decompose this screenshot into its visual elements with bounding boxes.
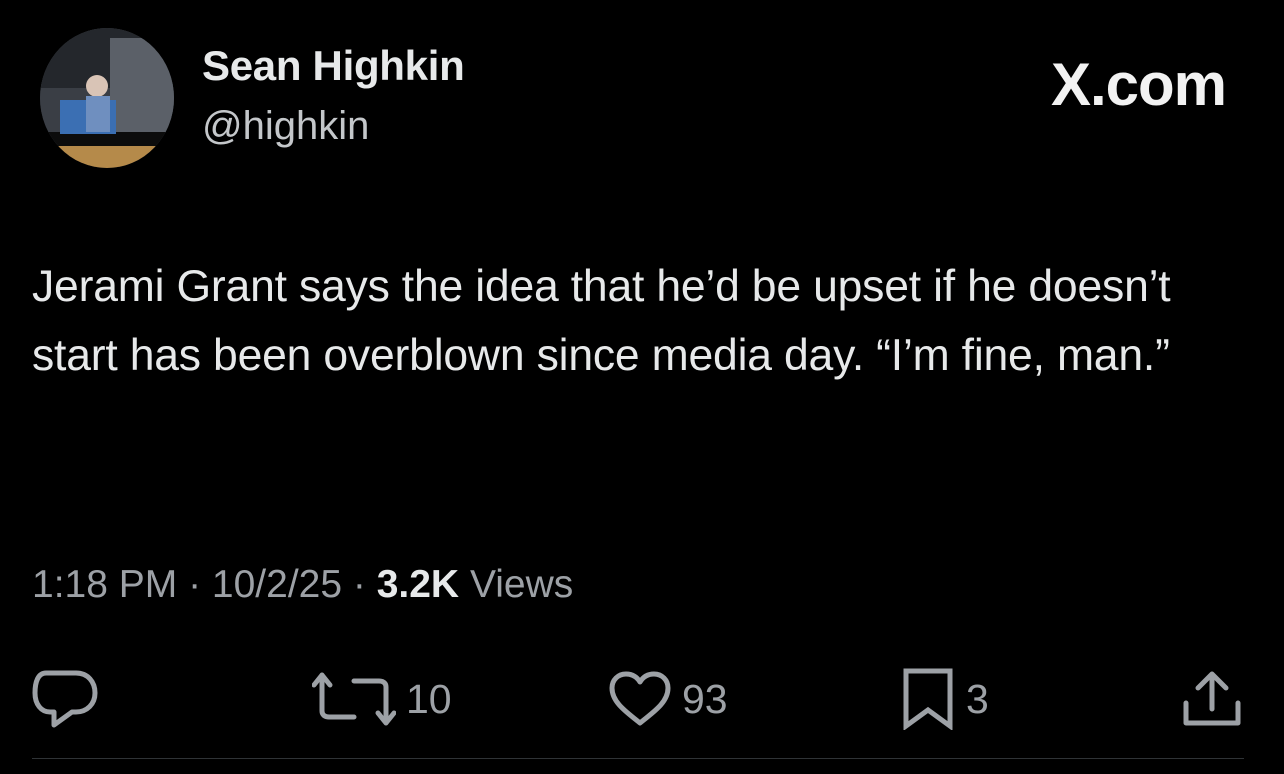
tweet-time[interactable]: 1:18 PM [32, 563, 177, 606]
like-icon [609, 671, 671, 726]
share-button[interactable] [1180, 667, 1244, 731]
views-label: Views [459, 563, 574, 606]
meta-separator: · [342, 563, 377, 606]
reply-button[interactable] [32, 667, 98, 731]
brand-logo: X.com [1050, 51, 1227, 118]
avatar-photo [40, 28, 174, 168]
tweet-text: Jerami Grant says the idea that he’d be … [32, 262, 1171, 380]
share-icon [1183, 671, 1241, 726]
tweet-meta: 1:18 PM · 10/2/25 · 3.2K Views [32, 563, 573, 607]
tweet-date[interactable]: 10/2/25 [212, 563, 342, 606]
repost-count: 10 [406, 675, 452, 722]
avatar[interactable] [40, 28, 174, 168]
bookmark-count: 3 [966, 675, 989, 722]
author-handle[interactable]: @highkin [202, 104, 369, 149]
like-button[interactable]: 93 [608, 667, 728, 731]
author-display-name[interactable]: Sean Highkin [202, 42, 465, 90]
views-count: 3.2K [376, 563, 460, 606]
repost-button[interactable]: 10 [312, 667, 452, 731]
bottom-divider [32, 758, 1244, 759]
reply-icon [32, 670, 98, 728]
bookmark-icon [903, 668, 953, 730]
repost-icon [312, 672, 396, 726]
like-count: 93 [682, 675, 728, 722]
bookmark-button[interactable]: 3 [900, 667, 989, 731]
meta-separator: · [177, 563, 212, 606]
